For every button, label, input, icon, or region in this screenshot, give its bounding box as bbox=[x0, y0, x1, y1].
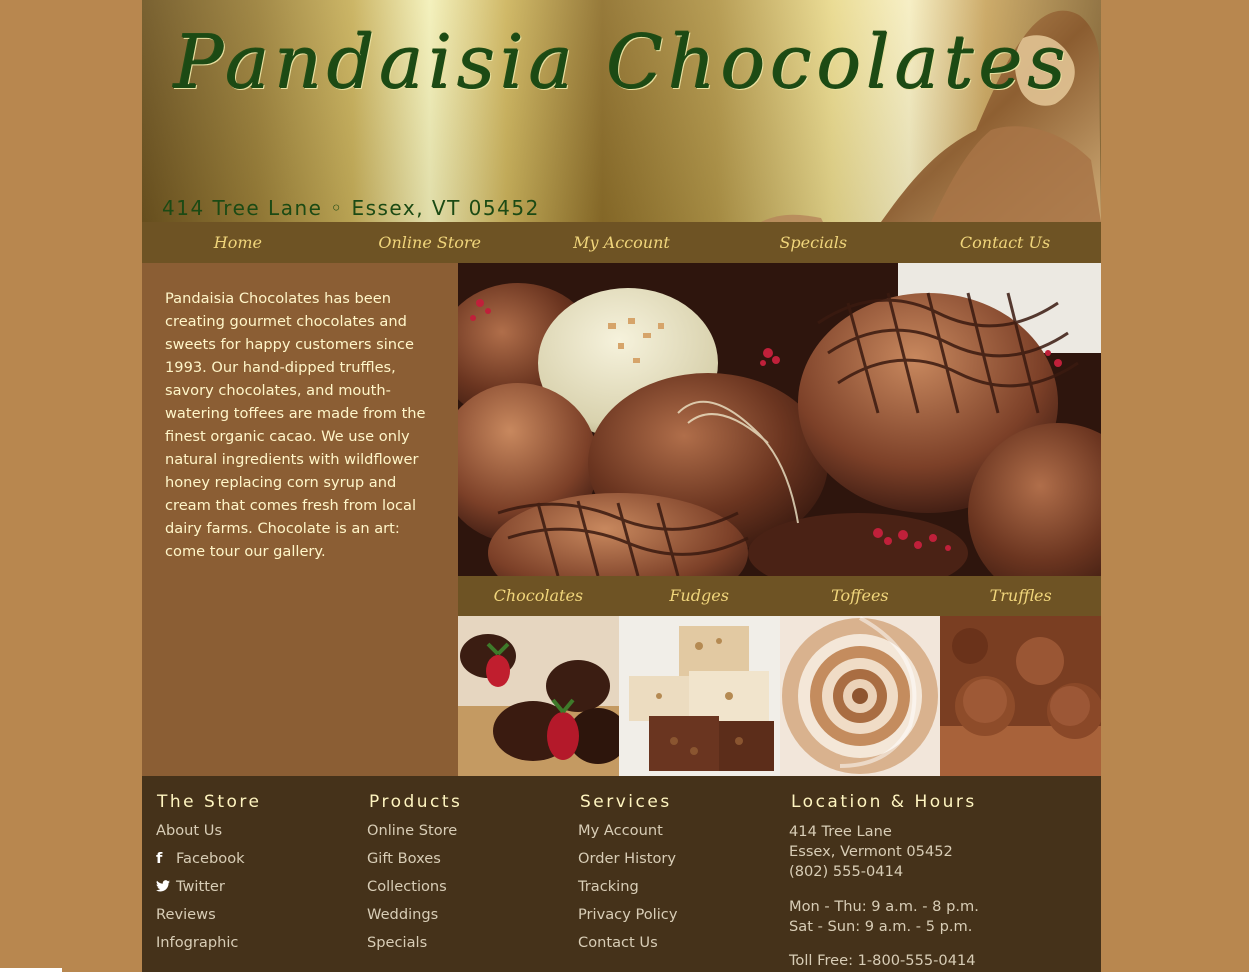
footer-link-infographic[interactable]: Infographic bbox=[156, 934, 238, 951]
site-title: Pandaisia Chocolates bbox=[174, 20, 1071, 106]
footer-link-specials[interactable]: Specials bbox=[367, 934, 427, 951]
nav-online-store[interactable]: Online Store bbox=[334, 222, 526, 263]
category-thumbnails bbox=[458, 616, 1101, 776]
nav-home[interactable]: Home bbox=[142, 222, 334, 263]
category-chocolates[interactable]: Chocolates bbox=[458, 576, 619, 616]
category-truffles[interactable]: Truffles bbox=[940, 576, 1101, 616]
facebook-icon: f bbox=[156, 850, 163, 867]
page-container: Pandaisia Chocolates 414 Tree Lane ◦ Ess… bbox=[142, 0, 1101, 972]
category-toffees[interactable]: Toffees bbox=[780, 576, 941, 616]
footer-products-heading: Products bbox=[369, 792, 463, 812]
intro-text: Pandaisia Chocolates has been creating g… bbox=[165, 290, 426, 560]
footer-hours-weekday: Mon - Thu: 9 a.m. - 8 p.m. bbox=[789, 898, 979, 915]
thumbnail-chocolates[interactable] bbox=[458, 616, 619, 776]
hero-image bbox=[458, 263, 1101, 576]
header-address: 414 Tree Lane ◦ Essex, VT 05452 bbox=[162, 196, 540, 220]
footer-link-twitter-label: Twitter bbox=[176, 878, 225, 895]
footer-link-my-account[interactable]: My Account bbox=[578, 822, 663, 839]
footer-link-facebook-label: Facebook bbox=[176, 850, 245, 867]
footer-link-tracking[interactable]: Tracking bbox=[578, 878, 639, 895]
footer-location-heading: Location & Hours bbox=[791, 792, 977, 812]
footer-services-heading: Services bbox=[580, 792, 672, 812]
footer-phone: (802) 555-0414 bbox=[789, 863, 904, 880]
footer-link-weddings[interactable]: Weddings bbox=[367, 906, 438, 923]
footer-link-collections[interactable]: Collections bbox=[367, 878, 447, 895]
footer-link-privacy-policy[interactable]: Privacy Policy bbox=[578, 906, 677, 923]
footer-link-order-history[interactable]: Order History bbox=[578, 850, 676, 867]
category-nav: Chocolates Fudges Toffees Truffles bbox=[458, 576, 1101, 616]
thumbnail-fudges[interactable] bbox=[618, 616, 780, 776]
footer-link-contact-us[interactable]: Contact Us bbox=[578, 934, 658, 951]
bottom-edge-bar bbox=[0, 968, 62, 972]
footer-link-facebook[interactable]: f Facebook bbox=[156, 850, 245, 867]
footer-city: Essex, Vermont 05452 bbox=[789, 843, 953, 860]
site-header: Pandaisia Chocolates 414 Tree Lane ◦ Ess… bbox=[142, 0, 1101, 222]
footer-link-about-us[interactable]: About Us bbox=[156, 822, 222, 839]
footer-street: 414 Tree Lane bbox=[789, 823, 892, 840]
footer-store-heading: The Store bbox=[157, 792, 262, 812]
footer-link-reviews[interactable]: Reviews bbox=[156, 906, 216, 923]
footer-link-online-store[interactable]: Online Store bbox=[367, 822, 457, 839]
site-footer: The Store About Us f Facebook Twitter Rev… bbox=[142, 776, 1101, 972]
thumbnail-toffees[interactable] bbox=[779, 616, 941, 776]
main-nav: Home Online Store My Account Specials Co… bbox=[142, 222, 1101, 263]
nav-my-account[interactable]: My Account bbox=[526, 222, 718, 263]
footer-hours-weekend: Sat - Sun: 9 a.m. - 5 p.m. bbox=[789, 918, 973, 935]
footer-link-twitter[interactable]: Twitter bbox=[156, 878, 225, 895]
footer-link-gift-boxes[interactable]: Gift Boxes bbox=[367, 850, 441, 867]
footer-toll-free: Toll Free: 1-800-555-0414 bbox=[789, 952, 976, 969]
twitter-icon bbox=[156, 878, 170, 895]
nav-specials[interactable]: Specials bbox=[717, 222, 909, 263]
thumbnail-truffles[interactable] bbox=[940, 616, 1101, 776]
nav-contact-us[interactable]: Contact Us bbox=[909, 222, 1101, 263]
category-fudges[interactable]: Fudges bbox=[619, 576, 780, 616]
